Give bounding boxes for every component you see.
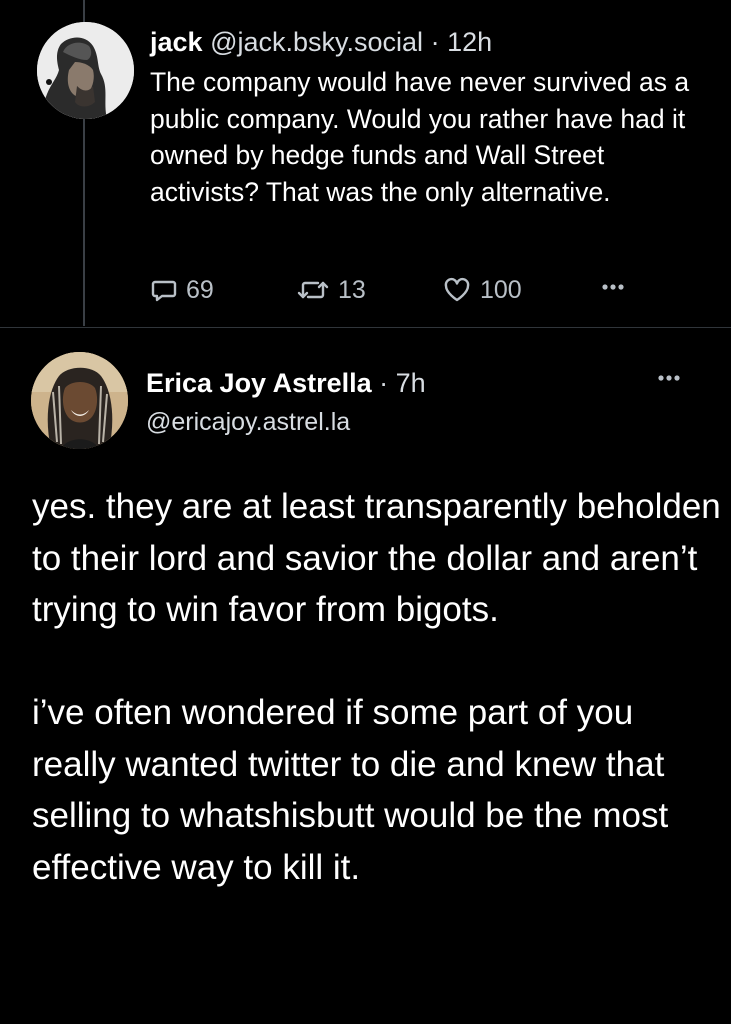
reply-count: 69 — [186, 276, 214, 304]
heart-outline-icon — [444, 277, 470, 302]
separator-dot: · — [430, 27, 440, 57]
post-paragraph: yes. they are at least transparently beh… — [32, 487, 721, 629]
speech-bubble-icon — [151, 280, 177, 302]
post-timestamp[interactable]: 7h — [396, 368, 426, 398]
like-button[interactable]: 100 — [442, 270, 522, 310]
repost-count: 13 — [338, 276, 366, 304]
ellipsis-icon — [658, 375, 680, 381]
repost-arrows-icon — [297, 281, 329, 299]
post-body-text: yes. they are at least transparently beh… — [32, 481, 722, 893]
author-name[interactable]: Erica Joy Astrella — [146, 368, 372, 398]
parent-post[interactable]: jack @jack.bsky.social · 12h The company… — [0, 0, 731, 327]
avatar[interactable] — [37, 22, 134, 119]
author-name[interactable]: jack — [150, 27, 203, 57]
post-body-text: The company would have never survived as… — [150, 67, 690, 207]
avatar-erica-image — [31, 352, 128, 449]
post-timestamp[interactable]: 12h — [447, 27, 492, 57]
avatar-jack-image — [37, 22, 134, 119]
reply-button[interactable]: 69 — [150, 270, 214, 310]
more-options-button[interactable] — [654, 368, 684, 388]
repost-button[interactable]: 13 — [296, 270, 366, 310]
post-actions-bar: 69 13 100 — [150, 270, 650, 310]
author-handle[interactable]: @jack.bsky.social — [210, 27, 423, 57]
avatar[interactable] — [31, 352, 128, 449]
author-handle[interactable]: @ericajoy.astrel.la — [146, 406, 350, 438]
more-options-button[interactable] — [598, 270, 628, 298]
post-paragraph: i’ve often wondered if some part of you … — [32, 693, 669, 887]
parent-post-header: jack @jack.bsky.social · 12h — [150, 26, 492, 58]
like-count: 100 — [480, 276, 522, 304]
separator-dot: · — [379, 368, 389, 398]
ellipsis-icon — [602, 284, 624, 290]
main-post-header: Erica Joy Astrella · 7h — [146, 366, 426, 400]
main-post: Erica Joy Astrella · 7h @ericajoy.astrel… — [0, 328, 731, 1024]
